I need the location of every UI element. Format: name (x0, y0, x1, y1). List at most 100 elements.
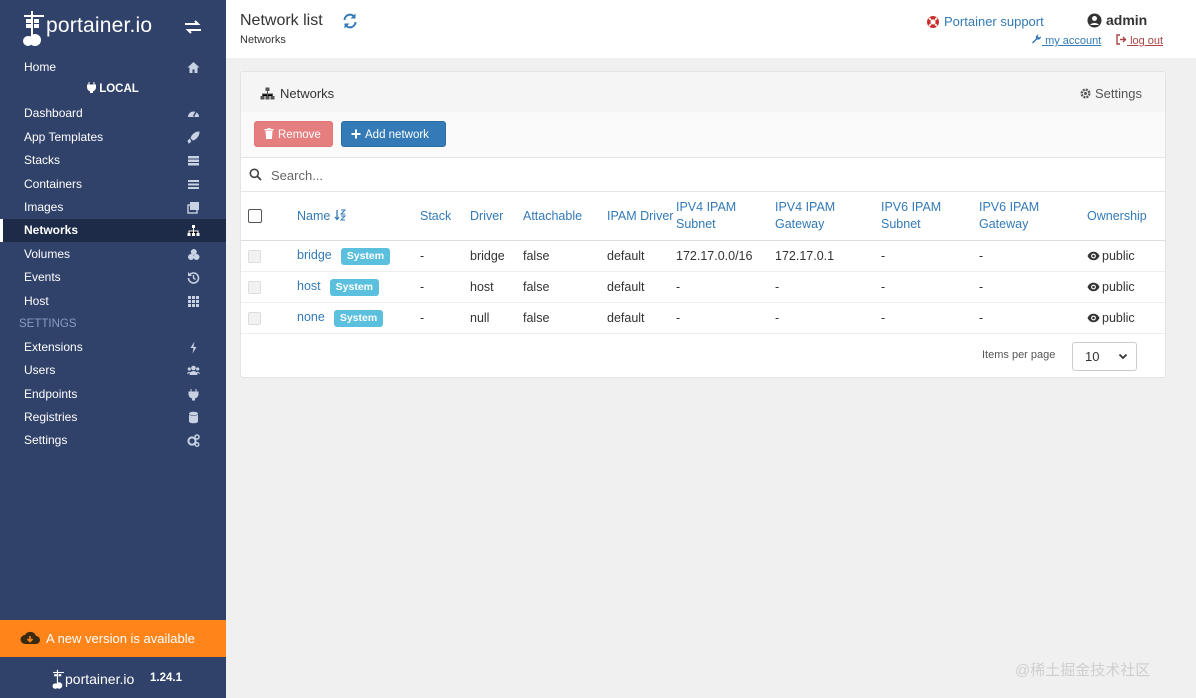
widget-title: Networks (280, 86, 335, 101)
eye-icon (1087, 282, 1100, 292)
column-label: IPV6 IPAM Gateway (979, 200, 1040, 231)
settings-label: Settings (1095, 86, 1142, 101)
actions-bar: Remove Add network (241, 112, 1165, 158)
plug-icon (87, 82, 97, 94)
sidebar-item-extensions[interactable]: Extensions (0, 336, 226, 359)
sort-alpha-asc-icon (334, 209, 347, 221)
driver-cell: null (470, 302, 523, 334)
remove-button[interactable]: Remove (254, 121, 333, 147)
items-per-page-value: 10 (1085, 349, 1100, 364)
sidebar-item-settings[interactable]: Settings (0, 429, 226, 452)
row-checkbox[interactable] (248, 250, 261, 264)
ipv4-gateway-cell: - (775, 302, 881, 334)
stack-cell: - (420, 271, 470, 303)
gear-icon (1080, 88, 1091, 99)
row-checkbox[interactable] (248, 312, 261, 326)
sidebar-item-networks[interactable]: Networks (0, 219, 226, 242)
footer-logo-text: portainer.io (65, 671, 135, 687)
row-checkbox[interactable] (248, 281, 261, 295)
attachable-cell: false (523, 302, 607, 334)
ownership-label: public (1102, 311, 1135, 325)
sidebar-item-label: Events (24, 270, 61, 284)
update-notification[interactable]: A new version is available (0, 620, 226, 657)
stack-cell: - (420, 240, 470, 272)
sidebar-item-host[interactable]: Host (0, 290, 226, 313)
sidebar-item-images[interactable]: Images (0, 196, 226, 219)
portainer-logo-icon[interactable] (22, 9, 46, 47)
sidebar-item-containers[interactable]: Containers (0, 173, 226, 196)
table-header-row: Name Stack Driver Attachable IPAM Driver… (241, 192, 1165, 241)
breadcrumb: Networks (240, 34, 286, 46)
network-name-link[interactable]: bridge (297, 248, 332, 262)
volumes-icon (188, 249, 200, 260)
column-label: IPAM Driver (607, 208, 674, 223)
sidebar-item-label: Registries (24, 410, 78, 424)
endpoint-name: LOCAL (99, 83, 139, 95)
sidebar-item-app-templates[interactable]: App Templates (0, 126, 226, 149)
support-label: Portainer support (944, 14, 1044, 29)
ownership-cell: public (1087, 302, 1165, 334)
sidebar-item-home[interactable]: Home (0, 56, 226, 79)
sidebar-header: portainer.io (0, 0, 226, 56)
network-name-link[interactable]: none (297, 310, 325, 324)
column-header-ipv6-subnet[interactable]: IPV6 IPAM Subnet (881, 192, 979, 241)
column-header-ipam-driver[interactable]: IPAM Driver (607, 192, 676, 241)
home-icon (187, 62, 200, 73)
footer-logo: portainer.io (52, 668, 134, 690)
my-account-link[interactable]: my account (1031, 34, 1101, 47)
toggle-sidebar-icon[interactable] (184, 20, 202, 34)
column-header-ipv4-gateway[interactable]: IPV4 IPAM Gateway (775, 192, 881, 241)
ipam-driver-cell: default (607, 302, 676, 334)
sidebar-item-events[interactable]: Events (0, 266, 226, 289)
portainer-support-link[interactable]: Portainer support (927, 14, 1044, 29)
column-header-ipv6-gateway[interactable]: IPV6 IPAM Gateway (979, 192, 1087, 241)
users-icon (187, 365, 200, 375)
stacks-icon (188, 156, 199, 166)
sidebar-item-label: App Templates (24, 130, 104, 144)
sidebar-item-users[interactable]: Users (0, 359, 226, 382)
eye-icon (1087, 251, 1100, 261)
log-out-link[interactable]: log out (1116, 34, 1163, 47)
user-menu: admin (1087, 12, 1147, 28)
add-network-label: Add network (365, 129, 429, 141)
images-icon (187, 202, 199, 214)
column-header-ipv4-subnet[interactable]: IPV4 IPAM Subnet (676, 192, 775, 241)
ipam-driver-cell: default (607, 271, 676, 303)
column-header-attachable[interactable]: Attachable (523, 192, 607, 241)
my-account-label: my account (1045, 35, 1102, 47)
column-header-driver[interactable]: Driver (470, 192, 523, 241)
select-all-checkbox[interactable] (248, 209, 262, 224)
add-network-button[interactable]: Add network (341, 121, 446, 147)
network-name-link[interactable]: host (297, 279, 321, 293)
table-settings-button[interactable]: Settings (1080, 86, 1142, 101)
watermark: @稀土掘金技术社区 (1015, 662, 1151, 679)
ipv4-gateway-cell: 172.17.0.1 (775, 240, 881, 272)
sidebar-item-volumes[interactable]: Volumes (0, 243, 226, 266)
search-input[interactable] (269, 164, 1153, 186)
system-badge: System (340, 247, 391, 265)
sidebar-item-label: Networks (24, 223, 79, 237)
cogs-icon (187, 434, 200, 447)
sidebar-item-label: Home (24, 60, 57, 74)
items-per-page-select[interactable]: 10 (1072, 342, 1137, 371)
column-header-ownership[interactable]: Ownership (1087, 192, 1165, 241)
portainer-logo-icon (52, 669, 64, 689)
ownership-cell: public (1087, 271, 1165, 303)
sidebar-item-stacks[interactable]: Stacks (0, 149, 226, 172)
sidebar-item-registries[interactable]: Registries (0, 406, 226, 429)
system-badge: System (329, 278, 379, 296)
chevron-down-icon (1118, 353, 1128, 360)
widget-header: Networks Settings (241, 72, 1165, 113)
ipv4-gateway-cell: - (775, 271, 881, 303)
sidebar-item-endpoints[interactable]: Endpoints (0, 383, 226, 406)
networks-widget: Networks Settings Remove Add network Nam… (240, 71, 1166, 378)
column-header-name[interactable]: Name (297, 192, 420, 241)
sidebar-item-dashboard[interactable]: Dashboard (0, 102, 226, 125)
life-ring-icon (927, 16, 939, 28)
eye-icon (1087, 313, 1100, 323)
sidebar: portainer.io Home LOCAL Dashboard App Te… (0, 0, 226, 698)
database-icon (189, 411, 198, 424)
column-header-stack[interactable]: Stack (420, 192, 470, 241)
sidebar-logo-text[interactable]: portainer.io (46, 14, 152, 38)
refresh-icon[interactable] (342, 12, 358, 30)
